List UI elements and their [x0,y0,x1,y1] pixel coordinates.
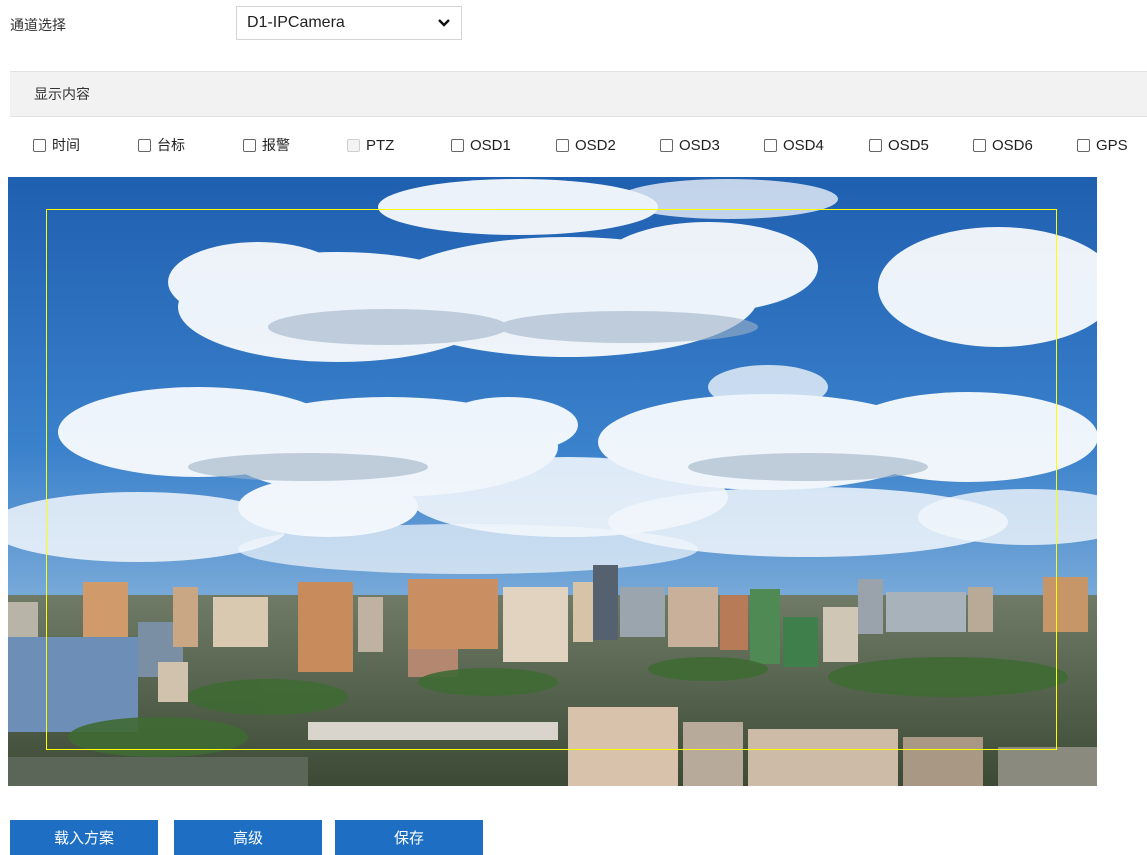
option-osd2-label: OSD2 [575,136,616,154]
channel-select-label: 通道选择 [10,18,66,34]
option-ptz: PTZ [347,135,394,155]
checkbox[interactable] [138,138,151,152]
checkbox[interactable] [243,138,256,152]
advanced-button[interactable]: 高级 [174,820,322,855]
option-osd1[interactable]: OSD1 [451,135,511,155]
option-logo-label: 台标 [157,138,185,154]
checkbox[interactable] [33,138,46,152]
option-time[interactable]: 时间 [33,135,80,155]
checkbox[interactable] [1077,138,1090,152]
option-osd1-label: OSD1 [470,136,511,154]
display-content-header: 显示内容 [10,71,1147,117]
option-time-label: 时间 [52,138,80,154]
option-osd3[interactable]: OSD3 [660,135,720,155]
checkbox[interactable] [764,138,777,152]
option-osd5[interactable]: OSD5 [869,135,929,155]
option-alarm-label: 报警 [262,138,290,154]
option-osd6-label: OSD6 [992,136,1033,154]
option-logo[interactable]: 台标 [138,135,185,155]
checkbox[interactable] [556,138,569,152]
load-plan-button[interactable]: 载入方案 [10,820,158,855]
checkbox [347,138,360,152]
channel-dropdown-value: D1-IPCamera [247,14,345,31]
option-ptz-label: PTZ [366,136,395,154]
checkbox[interactable] [451,138,464,152]
option-osd2[interactable]: OSD2 [556,135,616,155]
checkbox[interactable] [973,138,986,152]
checkbox[interactable] [869,138,882,152]
option-osd4[interactable]: OSD4 [764,135,824,155]
option-gps-label: GPS [1096,136,1128,154]
chevron-down-icon [437,18,451,28]
option-osd4-label: OSD4 [783,136,824,154]
option-alarm[interactable]: 报警 [243,135,290,155]
camera-preview[interactable] [8,177,1097,786]
option-osd3-label: OSD3 [679,136,720,154]
option-gps[interactable]: GPS [1077,135,1128,155]
option-osd6[interactable]: OSD6 [973,135,1033,155]
save-button[interactable]: 保存 [335,820,483,855]
display-content-title: 显示内容 [34,87,90,103]
channel-dropdown[interactable]: D1-IPCamera [236,6,462,40]
osd-region-outline[interactable] [46,209,1057,750]
option-osd5-label: OSD5 [888,136,929,154]
checkbox[interactable] [660,138,673,152]
